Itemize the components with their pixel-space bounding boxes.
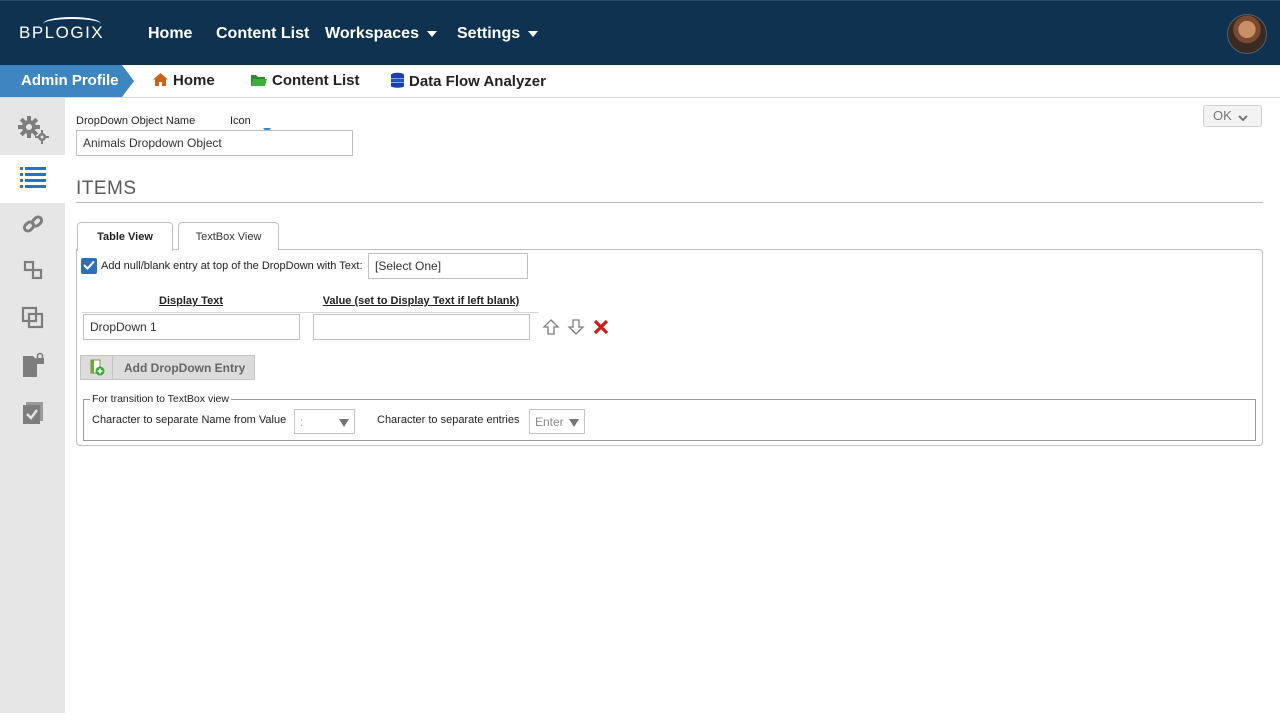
null-entry-checkbox[interactable] [81,258,97,274]
logo-swoosh [43,17,101,31]
database-icon [390,72,405,92]
column-header-display-text: Display Text [159,295,223,307]
sidebar-item-items[interactable] [0,155,65,203]
breadcrumb-bar: Admin Profile Home Content List Data Flo… [0,65,1280,98]
breadcrumb-content-list[interactable]: Content List [250,72,360,91]
copy-icon [21,306,45,335]
items-heading: ITEMS [76,178,137,199]
arrow-down-icon [567,319,585,340]
gears-icon [16,115,50,150]
entries-separator-select[interactable]: Enter [529,409,585,434]
row-display-text-input[interactable]: DropDown 1 [83,314,300,340]
ok-button-label: OK [1213,108,1232,123]
sidebar-item-security[interactable] [0,343,65,391]
sidebar-item-approval[interactable] [0,391,65,439]
breadcrumb-content-list-label: Content List [272,72,360,89]
breadcrumb-home-label: Home [173,72,215,89]
dropdown-arrow-icon [339,419,349,427]
sidebar-item-settings[interactable] [0,108,65,156]
add-dropdown-entry-label: Add DropDown Entry [124,361,246,375]
checkmark-icon [83,257,95,275]
dropdown-object-name-label: DropDown Object Name [76,115,196,127]
move-down-button[interactable] [567,318,585,336]
delete-row-button[interactable] [592,318,610,336]
null-entry-label: Add null/blank entry at top of the DropD… [101,260,363,272]
nav-settings[interactable]: Settings [457,25,539,43]
entries-separator-value: Enter [535,414,564,429]
sidebar-item-flow[interactable] [0,248,65,296]
move-up-button[interactable] [542,318,560,336]
flow-icon [23,260,43,285]
dropdown-object-name-input[interactable]: Animals Dropdown Object [76,130,353,156]
breadcrumb-data-flow-analyzer[interactable]: Data Flow Analyzer [390,72,546,92]
chevron-down-icon [1237,110,1249,130]
transition-legend: For transition to TextBox view [90,393,231,405]
row-display-text-value: DropDown 1 [90,320,157,334]
nav-workspaces[interactable]: Workspaces [325,25,437,43]
arrow-up-icon [542,319,560,340]
locked-document-icon [21,352,45,383]
icon-label: Icon [230,115,251,127]
tab-textbox-view-label: TextBox View [195,230,262,243]
column-header-value: Value (set to Display Text if left blank… [322,295,520,307]
link-icon [22,213,44,240]
name-value-separator-label: Character to separate Name from Value [92,414,287,426]
null-entry-text-value: [Select One] [375,259,442,273]
breadcrumb-admin-profile[interactable]: Admin Profile [0,65,134,97]
sidebar-item-links[interactable] [0,202,65,250]
delete-icon [592,319,610,340]
top-navbar: BPLOGIX Home Content List Workspaces Set… [0,0,1280,65]
add-document-icon [81,356,113,379]
tab-table-view[interactable]: Table View [77,222,173,251]
list-icon [19,166,46,193]
null-entry-text-input[interactable]: [Select One] [368,253,528,279]
user-avatar[interactable] [1227,14,1267,54]
dropdown-arrow-icon [569,419,579,427]
tab-textbox-view[interactable]: TextBox View [178,222,279,250]
name-value-separator-value: : [300,414,304,429]
nav-settings-label: Settings [457,25,521,42]
dropdown-object-name-value: Animals Dropdown Object [83,136,222,150]
chevron-down-icon [528,30,539,37]
home-icon [152,72,169,91]
nav-content-list-label: Content List [216,25,310,42]
tab-table-view-label: Table View [97,231,153,243]
left-sidebar [0,98,65,713]
entries-separator-label: Character to separate entries [377,414,520,426]
chevron-down-icon [426,30,437,37]
ok-button[interactable]: OK [1203,105,1262,127]
nav-home[interactable]: Home [148,25,192,43]
sidebar-item-copy[interactable] [0,296,65,344]
nav-content-list[interactable]: Content List [216,25,309,43]
column-header-divider [82,312,539,313]
add-dropdown-entry-button[interactable]: Add DropDown Entry [80,355,255,380]
nav-workspaces-label: Workspaces [325,25,419,42]
items-divider [76,202,1263,203]
breadcrumb-home[interactable]: Home [152,72,215,91]
name-value-separator-select[interactable]: : [294,409,355,434]
nav-home-label: Home [148,25,193,42]
folder-icon [250,73,268,91]
row-value-input[interactable] [313,314,530,340]
breadcrumb-data-flow-analyzer-label: Data Flow Analyzer [409,73,546,90]
checked-document-icon [22,401,44,430]
bplogix-logo[interactable]: BPLOGIX [19,17,104,43]
